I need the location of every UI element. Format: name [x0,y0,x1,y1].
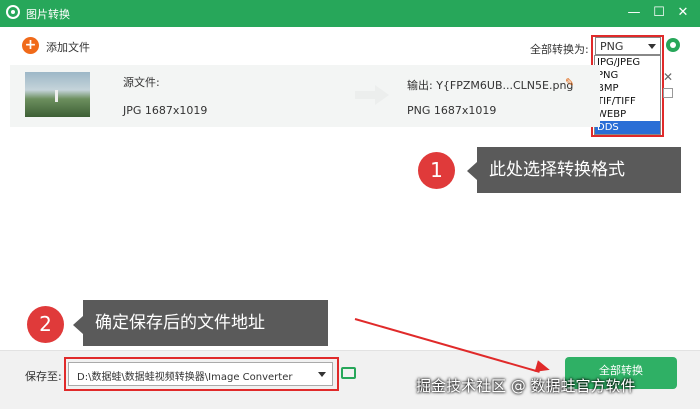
annotation-badge-2: 2 [27,306,64,343]
arrow-right-icon [355,91,375,99]
gear-icon[interactable] [666,38,680,52]
save-to-label: 保存至: [25,370,62,383]
annotation-callout-2: 确定保存后的文件地址 [83,300,328,346]
app-logo-icon [6,5,20,19]
source-file-info: JPG 1687x1019 [123,104,208,117]
title-bar: 图片转换 — ☐ ✕ [0,0,700,27]
file-settings-icon[interactable] [663,88,673,98]
edit-icon[interactable]: ✎ [565,76,574,89]
annotation-callout-1: 此处选择转换格式 [477,147,681,193]
minimize-button[interactable]: — [624,3,644,23]
file-row: 源文件: JPG 1687x1019 输出: Y{FPZM6UB...CLN5E… [10,65,600,127]
close-button[interactable]: ✕ [673,3,693,23]
add-files-label: 添加文件 [46,41,90,54]
output-file-info: PNG 1687x1019 [407,104,497,117]
convert-all-to-label: 全部转换为: [530,43,589,56]
annotation-badge-1: 1 [418,152,455,189]
maximize-button[interactable]: ☐ [649,3,669,23]
folder-icon[interactable] [341,367,356,379]
arrow-head-icon [375,85,389,105]
remove-file-icon[interactable]: ✕ [663,70,673,84]
add-icon: + [22,37,39,54]
highlight-frame-path [64,357,339,391]
callout-tail-2 [73,316,83,334]
output-file-label: 输出: Y{FPZM6UB...CLN5E.png [407,79,574,92]
window-title: 图片转换 [26,8,70,21]
highlight-frame-format [591,35,664,137]
callout-tail-1 [467,162,477,180]
watermark-text: 掘金技术社区 @ 数据蛙官方软件 [416,377,636,395]
image-thumbnail [25,72,90,117]
source-file-label: 源文件: [123,76,160,89]
